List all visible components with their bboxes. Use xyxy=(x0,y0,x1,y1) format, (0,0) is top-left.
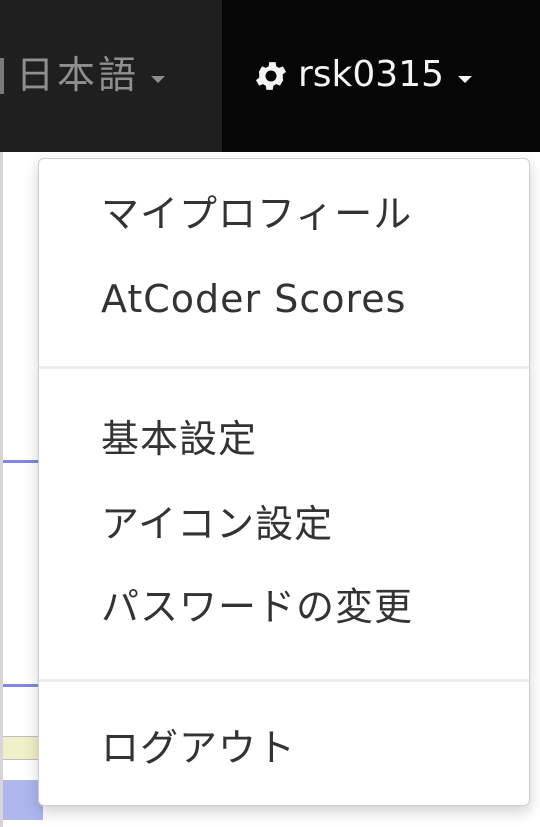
menu-item-change-password[interactable]: パスワードの変更 xyxy=(101,588,413,626)
gear-icon xyxy=(255,62,287,90)
menu-item-basic-settings[interactable]: 基本設定 xyxy=(101,420,257,458)
language-dropdown-toggle[interactable]: 日本語 xyxy=(0,0,222,152)
menu-item-atcoder-scores[interactable]: AtCoder Scores xyxy=(101,280,406,318)
menu-divider xyxy=(39,366,529,369)
menu-divider xyxy=(39,679,529,682)
chart-line xyxy=(3,684,43,687)
table-cell xyxy=(3,736,43,760)
language-icon-edge xyxy=(0,58,4,94)
menu-item-icon-settings[interactable]: アイコン設定 xyxy=(101,505,333,543)
username: rsk0315 xyxy=(298,54,445,95)
language-label: 日本語 xyxy=(16,53,140,97)
chevron-down-icon xyxy=(151,75,166,83)
user-dropdown-toggle[interactable]: rsk0315 xyxy=(222,0,540,152)
table-cell xyxy=(3,780,43,820)
menu-item-logout[interactable]: ログアウト xyxy=(101,729,296,767)
user-dropdown-menu: マイプロフィール AtCoder Scores 基本設定 アイコン設定 パスワー… xyxy=(38,158,530,806)
top-navbar: 日本語 rsk0315 xyxy=(0,0,540,152)
chevron-down-icon xyxy=(458,75,473,83)
menu-item-my-profile[interactable]: マイプロフィール xyxy=(101,195,412,233)
background-page-left xyxy=(0,152,43,827)
chart-line xyxy=(3,460,43,463)
